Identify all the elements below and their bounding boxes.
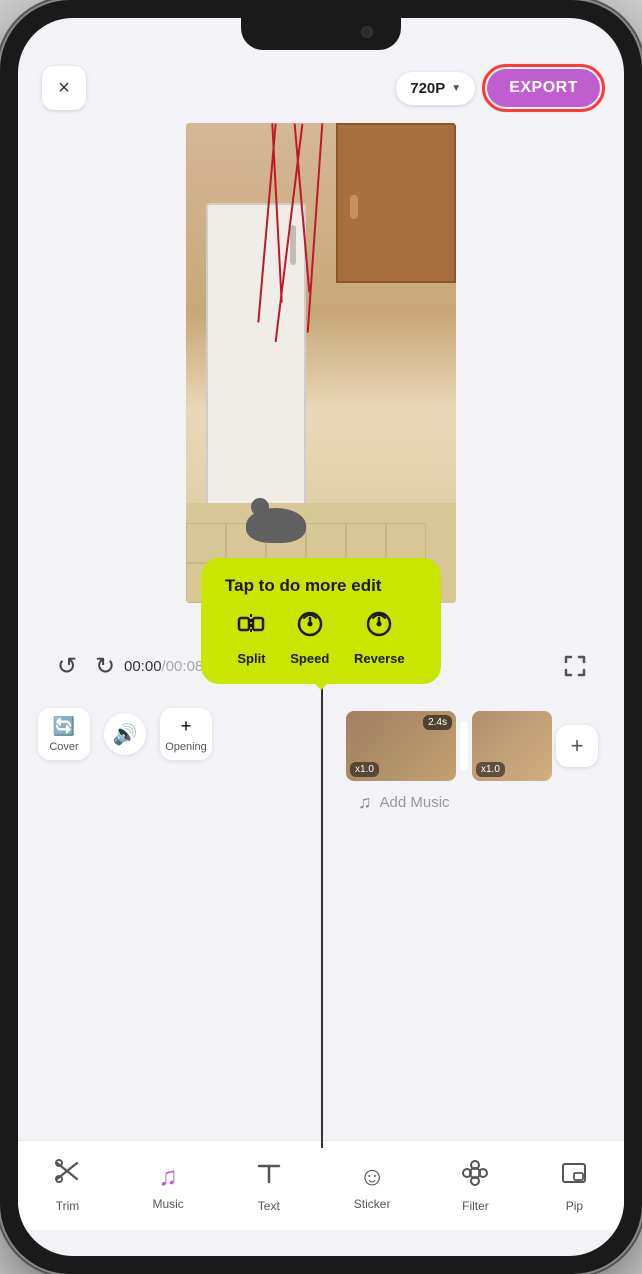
split-icon (237, 610, 265, 645)
opening-icon: + (181, 716, 192, 737)
video-preview[interactable] (186, 123, 456, 603)
clip-duration-badge: 2.4s (423, 715, 452, 730)
split-action[interactable]: Split (237, 610, 265, 666)
pip-tool[interactable]: Pip (560, 1159, 588, 1213)
current-time: 00:00 (124, 658, 162, 675)
clip2-speed-badge: x1.0 (476, 762, 505, 777)
quality-selector[interactable]: 720P ▼ (396, 72, 475, 105)
close-button[interactable]: × (42, 66, 86, 110)
string-decorations (226, 123, 286, 423)
add-clip-button[interactable]: + (556, 725, 598, 767)
music-icon: ♫ (158, 1161, 178, 1192)
text-tool[interactable]: Text (255, 1159, 283, 1213)
pip-label: Pip (566, 1199, 583, 1213)
phone-frame: × 720P ▼ EXPORT (0, 0, 642, 1274)
add-music-button[interactable]: ♫ Add Music (354, 792, 450, 813)
music-note-icon: ♫ (358, 792, 372, 813)
top-bar: × 720P ▼ EXPORT (18, 58, 624, 118)
speed-label: Speed (290, 651, 329, 666)
clip-strip: 2.4s x1.0 x1.0 + (346, 706, 608, 786)
floor-tile (386, 523, 426, 563)
sticker-label: Sticker (354, 1197, 391, 1211)
speed-icon (296, 610, 324, 645)
reverse-action[interactable]: Reverse (354, 610, 405, 666)
clip-1[interactable]: 2.4s x1.0 (346, 711, 456, 781)
trim-label: Trim (56, 1199, 80, 1213)
sticker-tool[interactable]: ☺ Sticker (354, 1161, 391, 1211)
chevron-down-icon: ▼ (451, 83, 461, 94)
redo-icon: ↻ (95, 652, 115, 681)
close-icon: × (58, 77, 70, 100)
reverse-label: Reverse (354, 651, 405, 666)
floor-tile (186, 523, 226, 563)
add-music-label: Add Music (380, 794, 450, 811)
cover-label: Cover (49, 741, 78, 753)
floor-tile (306, 523, 346, 563)
cabinet (336, 123, 456, 283)
cover-icon: 🔄 (53, 716, 75, 737)
sticker-icon: ☺ (359, 1161, 386, 1192)
volume-button[interactable]: 🔊 (104, 713, 146, 755)
add-icon: + (571, 733, 584, 759)
music-label: Music (152, 1197, 183, 1211)
top-right-controls: 720P ▼ EXPORT (396, 69, 600, 107)
export-label: EXPORT (509, 79, 578, 96)
speed-action[interactable]: Speed (290, 610, 329, 666)
trim-icon (53, 1159, 81, 1194)
fridge-handle (290, 225, 296, 265)
phone-screen: × 720P ▼ EXPORT (18, 18, 624, 1256)
tooltip-actions: Split Speed (225, 610, 417, 666)
undo-button[interactable]: ↺ (48, 647, 86, 685)
trim-tool[interactable]: Trim (53, 1159, 81, 1213)
music-tool[interactable]: ♫ Music (152, 1161, 183, 1211)
clip-separator[interactable] (460, 721, 468, 771)
pip-icon (560, 1159, 588, 1194)
time-display: 00:00/00:08 (124, 658, 203, 675)
reverse-icon (365, 610, 393, 645)
clip-2[interactable]: x1.0 (472, 711, 552, 781)
filter-label: Filter (462, 1199, 489, 1213)
cabinet-handle (350, 195, 358, 219)
bottom-toolbar: Trim ♫ Music Text ☺ Sticker (18, 1140, 624, 1230)
quality-label: 720P (410, 80, 445, 97)
export-button[interactable]: EXPORT (487, 69, 600, 107)
playhead (321, 688, 323, 1148)
redo-button[interactable]: ↻ (86, 647, 124, 685)
text-icon (255, 1159, 283, 1194)
tooltip-title: Tap to do more edit (225, 576, 417, 596)
notch (241, 18, 401, 50)
clip-speed-badge: x1.0 (350, 762, 379, 777)
undo-icon: ↺ (57, 652, 77, 681)
tooltip-popup[interactable]: Tap to do more edit Split (201, 558, 441, 684)
front-camera (361, 26, 373, 38)
filter-tool[interactable]: Filter (461, 1159, 489, 1213)
fullscreen-button[interactable] (556, 647, 594, 685)
total-time: 00:08 (166, 658, 204, 675)
text-label: Text (258, 1199, 280, 1213)
cat-animal (246, 508, 306, 543)
cover-button[interactable]: 🔄 Cover (38, 708, 90, 760)
opening-button[interactable]: + Opening (160, 708, 212, 760)
split-label: Split (237, 651, 265, 666)
filter-icon (461, 1159, 489, 1194)
volume-icon: 🔊 (113, 722, 138, 747)
video-frame (186, 123, 456, 603)
floor-tile (346, 523, 386, 563)
opening-label: Opening (165, 741, 207, 753)
